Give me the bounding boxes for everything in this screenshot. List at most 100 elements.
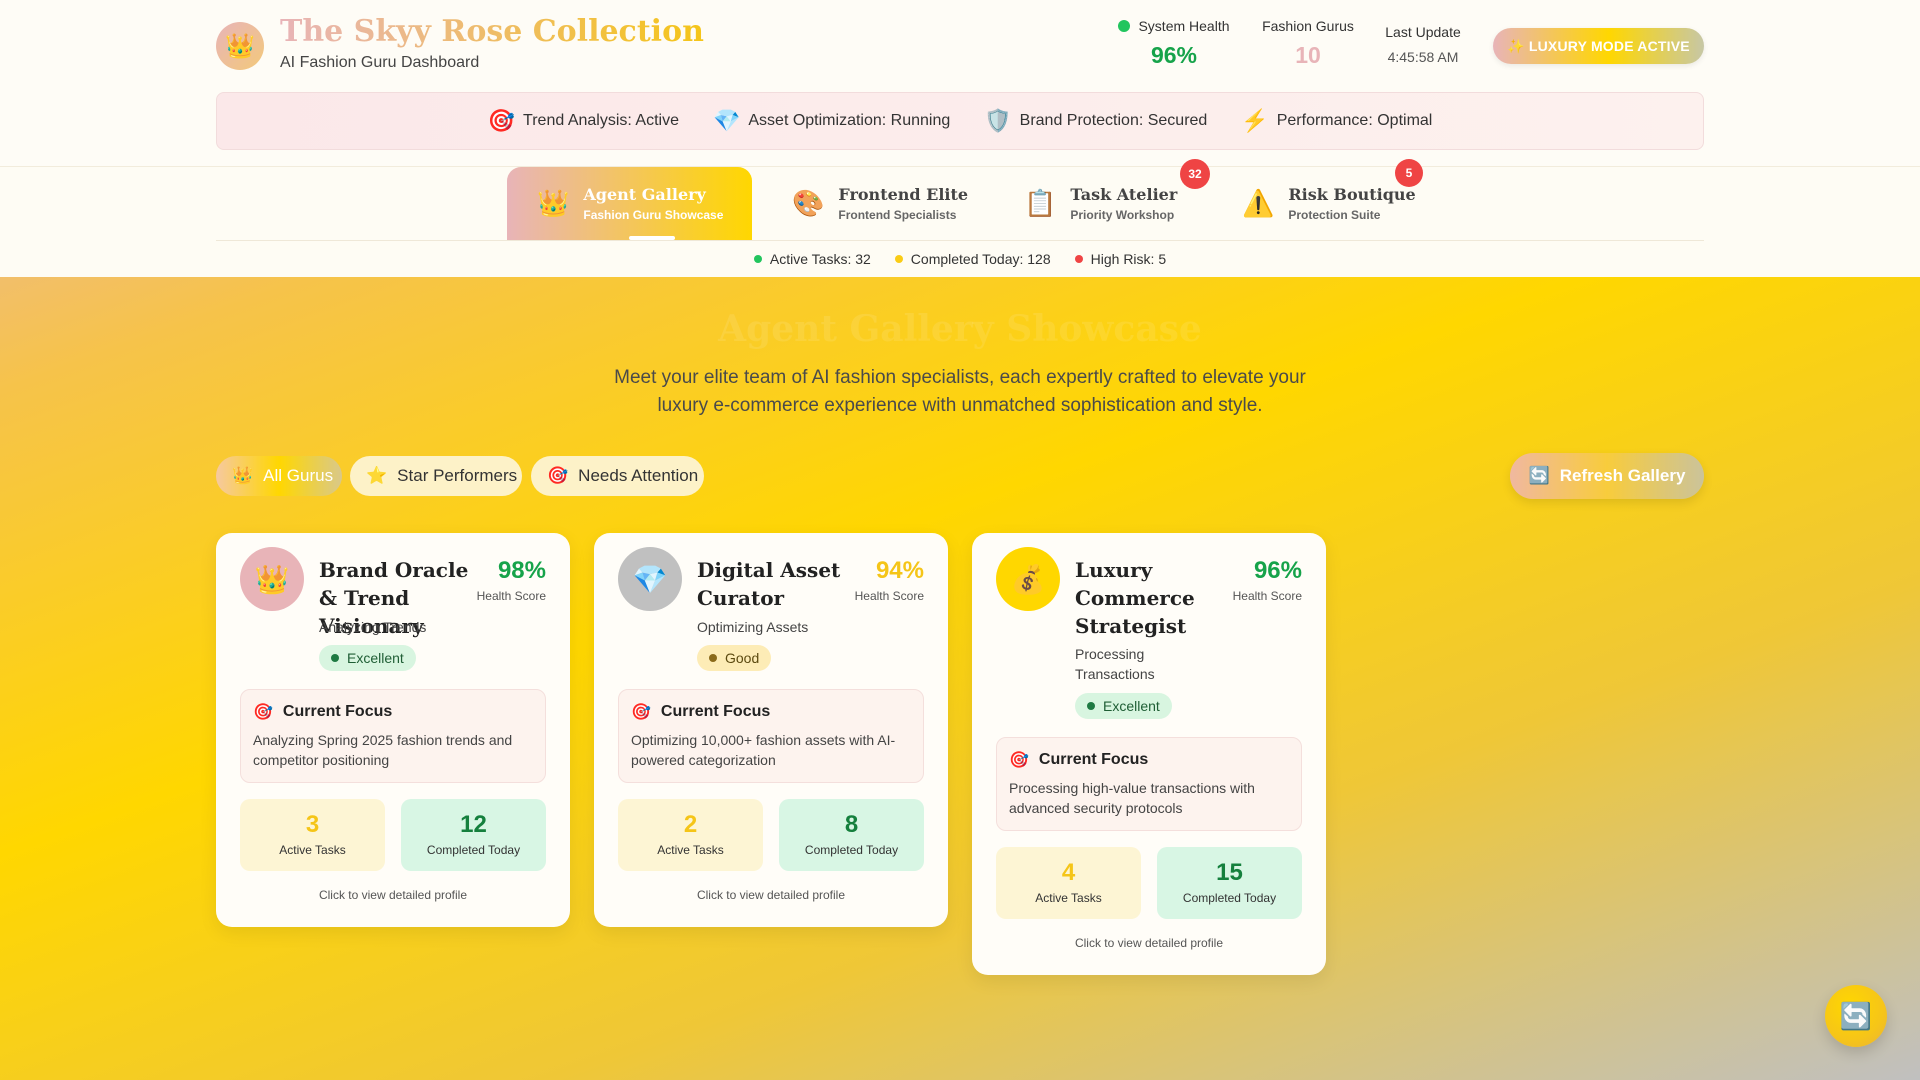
- metric-label: Active Tasks: [657, 843, 724, 857]
- completed-today-metric: 8 Completed Today: [779, 799, 924, 871]
- focus-title: Current Focus: [1038, 751, 1149, 768]
- active-tasks-metric: 3 Active Tasks: [240, 799, 385, 871]
- view-profile-hint[interactable]: Click to view detailed profile: [972, 936, 1326, 950]
- rating-label: Good: [725, 650, 760, 666]
- health-score-value: 98%: [497, 557, 546, 584]
- filter-all-gurus[interactable]: 👑 All Gurus: [216, 456, 342, 496]
- floating-refresh-button[interactable]: 🔄: [1825, 985, 1887, 1047]
- summary-label: Active Tasks: 32: [769, 251, 871, 267]
- system-health-label: System Health: [1138, 18, 1230, 34]
- system-status-strip: 🎯 Trend Analysis: Active 💎 Asset Optimiz…: [216, 92, 1704, 150]
- tab-title: Frontend Elite: [838, 185, 969, 204]
- rating-dot: [331, 654, 339, 662]
- focus-text: Processing high-value transactions with …: [1009, 780, 1255, 816]
- refresh-icon: 🔄: [1839, 1000, 1873, 1031]
- tab-task-atelier[interactable]: 📋 Task Atelier Priority Workshop: [994, 167, 1212, 240]
- crown-icon: 👑: [240, 547, 304, 611]
- red-status-dot: [1074, 255, 1083, 263]
- target-icon: 🎯: [1009, 752, 1029, 769]
- health-score-value: 96%: [1253, 557, 1302, 584]
- warning-icon: ⚠️: [1242, 188, 1275, 218]
- agent-name: Luxury Commerce Strategist: [1075, 558, 1195, 638]
- luxury-mode-button[interactable]: ✨ LUXURY MODE ACTIVE: [1493, 28, 1704, 64]
- palette-icon: 🎨: [792, 188, 825, 218]
- view-profile-hint[interactable]: Click to view detailed profile: [594, 888, 948, 902]
- status-label: Brand Protection: Secured: [1019, 112, 1208, 129]
- completed-today-metric: 12 Completed Today: [401, 799, 546, 871]
- rating-badge: Good: [697, 645, 772, 671]
- status-label: Trend Analysis: Active: [523, 112, 679, 129]
- agent-status: Analyzing Trends: [319, 619, 427, 635]
- risk-count-badge: 5: [1395, 159, 1423, 187]
- filter-label: Needs Attention: [578, 466, 699, 485]
- rating-label: Excellent: [1103, 698, 1160, 714]
- rating-badge: Excellent: [1075, 693, 1172, 719]
- tab-frontend-elite[interactable]: 🎨 Frontend Elite Frontend Specialists: [762, 167, 982, 240]
- focus-text: Analyzing Spring 2025 fashion trends and…: [253, 732, 513, 768]
- brand-title: The Skyy Rose Collection: [280, 14, 704, 49]
- fashion-gurus-label: Fashion Gurus: [1262, 18, 1354, 34]
- current-focus-box: 🎯 Current Focus Processing high-value tra…: [996, 737, 1302, 831]
- lightning-icon: ⚡: [1241, 108, 1269, 133]
- rating-badge: Excellent: [319, 645, 416, 671]
- target-icon: 🎯: [547, 466, 569, 485]
- focus-title: Current Focus: [660, 703, 771, 720]
- filter-label: Star Performers: [397, 466, 518, 485]
- last-update-value: 4:45:58 AM: [1387, 49, 1459, 65]
- metric-label: Active Tasks: [1035, 891, 1102, 905]
- active-tasks-metric: 4 Active Tasks: [996, 847, 1141, 919]
- agent-status: Optimizing Assets: [697, 619, 809, 635]
- gallery-title: Agent Gallery Showcase: [718, 308, 1202, 350]
- health-score: 94% Health Score: [855, 557, 924, 603]
- metric-label: Completed Today: [804, 843, 899, 857]
- target-icon: 🎯: [487, 108, 516, 133]
- health-score-label: Health Score: [854, 589, 924, 603]
- status-trend-analysis: 🎯 Trend Analysis: Active: [488, 108, 679, 134]
- last-update-stat: Last Update 4:45:58 AM: [1380, 24, 1466, 65]
- metric-value: 4: [1061, 859, 1076, 886]
- tab-title: Agent Gallery: [583, 185, 706, 204]
- crown-logo-icon: 👑: [216, 22, 264, 70]
- tab-subtitle: Protection Suite: [1288, 208, 1381, 222]
- health-indicator-dot: [1118, 20, 1131, 32]
- health-score-label: Health Score: [1232, 589, 1302, 603]
- green-status-dot: [753, 255, 762, 263]
- refresh-icon: 🔄: [1528, 466, 1550, 485]
- task-count-badge: 32: [1180, 159, 1210, 189]
- shield-icon: 🛡️: [984, 108, 1012, 133]
- refresh-label: Refresh Gallery: [1559, 466, 1686, 485]
- refresh-gallery-button[interactable]: 🔄 Refresh Gallery: [1510, 453, 1704, 499]
- yellow-status-dot: [894, 255, 903, 263]
- metric-value: 2: [683, 811, 698, 838]
- filter-needs-attention[interactable]: 🎯 Needs Attention: [531, 456, 704, 496]
- gallery-description: Meet your elite team of AI fashion speci…: [614, 367, 1306, 416]
- tab-subtitle: Priority Workshop: [1070, 208, 1175, 222]
- fashion-gurus-stat: Fashion Gurus 10: [1258, 18, 1358, 69]
- main-nav: 👑 Agent Gallery Fashion Guru Showcase 🎨 …: [0, 159, 1920, 278]
- tab-title: Risk Boutique: [1288, 185, 1416, 204]
- system-health-value: 96%: [1150, 42, 1198, 68]
- last-update-label: Last Update: [1385, 24, 1461, 40]
- app-header: 👑 The Skyy Rose Collection AI Fashion Gu…: [0, 0, 1920, 166]
- filter-star-performers[interactable]: ⭐ Star Performers: [350, 456, 522, 496]
- agent-card-luxury-commerce[interactable]: 💰 Luxury Commerce Strategist 96% Health …: [972, 533, 1326, 975]
- agent-card-digital-asset-curator[interactable]: 💎 Digital Asset Curator 94% Health Score…: [594, 533, 948, 927]
- metric-value: 12: [460, 811, 487, 838]
- clipboard-icon: 📋: [1024, 188, 1057, 218]
- high-risk-summary: High Risk: 5: [1074, 251, 1166, 267]
- gem-icon: 💎: [618, 547, 682, 611]
- tab-subtitle: Frontend Specialists: [838, 208, 957, 222]
- active-tasks-summary: Active Tasks: 32: [753, 251, 871, 267]
- health-score: 96% Health Score: [1233, 557, 1302, 603]
- target-icon: 🎯: [253, 704, 273, 721]
- health-score-label: Health Score: [476, 589, 546, 603]
- current-focus-box: 🎯 Current Focus Analyzing Spring 2025 fas…: [240, 689, 546, 783]
- health-score: 98% Health Score: [477, 557, 546, 603]
- nav-summary-stats: Active Tasks: 32 Completed Today: 128 Hi…: [0, 240, 1920, 278]
- agent-card-brand-oracle[interactable]: 👑 Brand Oracle & Trend Visionary 98% Hea…: [216, 533, 570, 927]
- view-profile-hint[interactable]: Click to view detailed profile: [216, 888, 570, 902]
- current-focus-box: 🎯 Current Focus Optimizing 10,000+ fashio…: [618, 689, 924, 783]
- tab-agent-gallery[interactable]: 👑 Agent Gallery Fashion Guru Showcase: [507, 167, 752, 240]
- completed-today-summary: Completed Today: 128: [894, 251, 1051, 267]
- metric-value: 8: [844, 811, 859, 838]
